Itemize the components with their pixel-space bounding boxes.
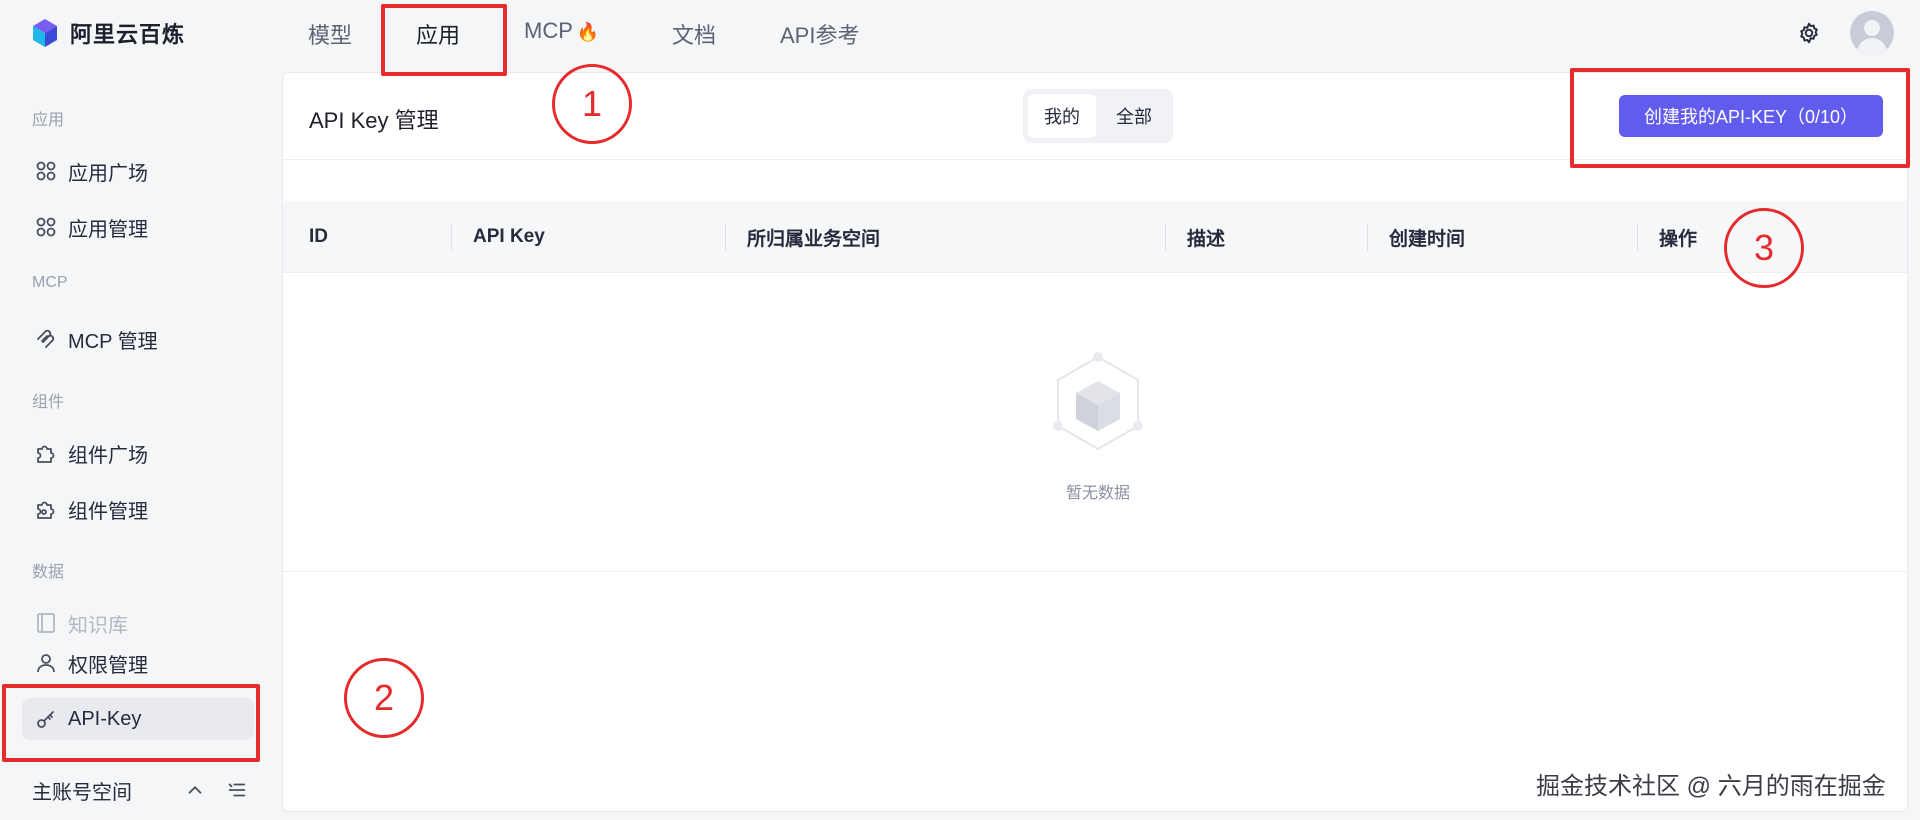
watermark-text: 掘金技术社区 @ 六月的雨在掘金 [1536,773,1886,800]
column-header-api-key: API Key [473,226,545,247]
book-icon [37,613,55,633]
column-separator [1637,223,1638,251]
sidebar-item-component-square[interactable]: 组件广场 [22,432,254,474]
annotation-box-create-button [1570,68,1910,168]
grid-icon [36,161,56,181]
sidebar-section-mcp: MCP [32,274,68,291]
user-icon [37,654,55,673]
puzzle-icon [37,445,55,463]
column-header-workspace: 所归属业务空间 [747,228,881,250]
sidebar-item-app-square[interactable]: 应用广场 [22,150,254,192]
sidebar-item-label: 权限管理 [68,654,148,677]
annotation-box-api-key-item [2,684,260,762]
avatar-body [1857,38,1887,55]
sidebar-item-component-management[interactable]: 组件管理 [22,488,254,530]
column-separator [1367,223,1368,251]
column-header-description: 描述 [1187,228,1226,250]
nav-tab-docs[interactable]: 文档 [672,18,716,50]
column-header-actions: 操作 [1659,228,1698,250]
sidebar-item-label: 组件管理 [68,500,148,523]
sidebar-item-mcp-management[interactable]: MCP 管理 [22,318,254,360]
account-space-switcher[interactable]: 主账号空间 [32,774,252,806]
table-bottom-border [283,571,1907,572]
collapse-menu-icon[interactable] [226,779,248,801]
page-title: API Key 管理 [309,108,439,133]
empty-state: 暂无数据 [283,273,1907,573]
app-name: 阿里云百炼 [70,22,186,47]
column-separator [725,223,726,251]
column-separator [451,223,452,251]
sidebar-item-permission-management[interactable]: 权限管理 [22,642,254,684]
table-header: ID API Key 所归属业务空间 描述 创建时间 操作 [283,201,1907,273]
sidebar-item-label: 应用管理 [68,218,148,241]
api-key-panel: API Key 管理 我的 全部 创建我的API-KEY（0/10） ID AP… [282,72,1908,812]
annotation-circle-1: 1 [552,64,632,144]
sidebar-section-apps: 应用 [32,112,65,129]
sidebar-section-data: 数据 [32,564,65,581]
empty-state-text: 暂无数据 [1065,485,1130,502]
avatar-head [1864,20,1880,36]
sidebar-item-label: 组件广场 [68,444,148,467]
column-separator [1165,223,1166,251]
nav-tab-models[interactable]: 模型 [308,18,352,50]
chevron-up-icon[interactable] [184,779,206,801]
puzzle-gear-icon [37,501,55,519]
empty-box-icon [1053,352,1143,451]
sidebar-item-label: 应用广场 [68,162,148,185]
filter-mine[interactable]: 我的 [1028,94,1096,138]
filter-all[interactable]: 全部 [1100,94,1168,138]
account-space-label: 主账号空间 [32,781,132,804]
app-logo[interactable]: 阿里云百炼 [30,16,185,50]
column-header-created-time: 创建时间 [1389,228,1466,250]
annotation-circle-3: 3 [1724,208,1804,288]
logo-icon [33,19,57,47]
fire-icon: 🔥 [576,22,600,42]
sidebar-item-app-management[interactable]: 应用管理 [22,206,254,248]
nav-tab-api-reference[interactable]: API参考 [780,18,859,50]
user-avatar[interactable] [1850,11,1894,55]
nav-tab-mcp[interactable]: MCP 🔥 [524,18,599,44]
top-bar: 阿里云百炼 模型 应用 MCP 🔥 文档 API参考 [0,0,1920,68]
sidebar-section-components: 组件 [32,394,65,411]
sidebar-item-knowledge-base[interactable]: 知识库 [22,602,254,644]
annotation-box-apps-tab [381,4,507,76]
ownership-filter: 我的 全部 [1023,89,1173,143]
settings-gear-icon[interactable] [1796,20,1822,46]
annotation-circle-2: 2 [344,658,424,738]
sidebar-item-label: MCP 管理 [68,330,158,353]
grid-icon [36,217,56,237]
column-header-id: ID [309,226,328,247]
sidebar-item-label: 知识库 [68,614,128,637]
mcp-icon [37,329,55,348]
